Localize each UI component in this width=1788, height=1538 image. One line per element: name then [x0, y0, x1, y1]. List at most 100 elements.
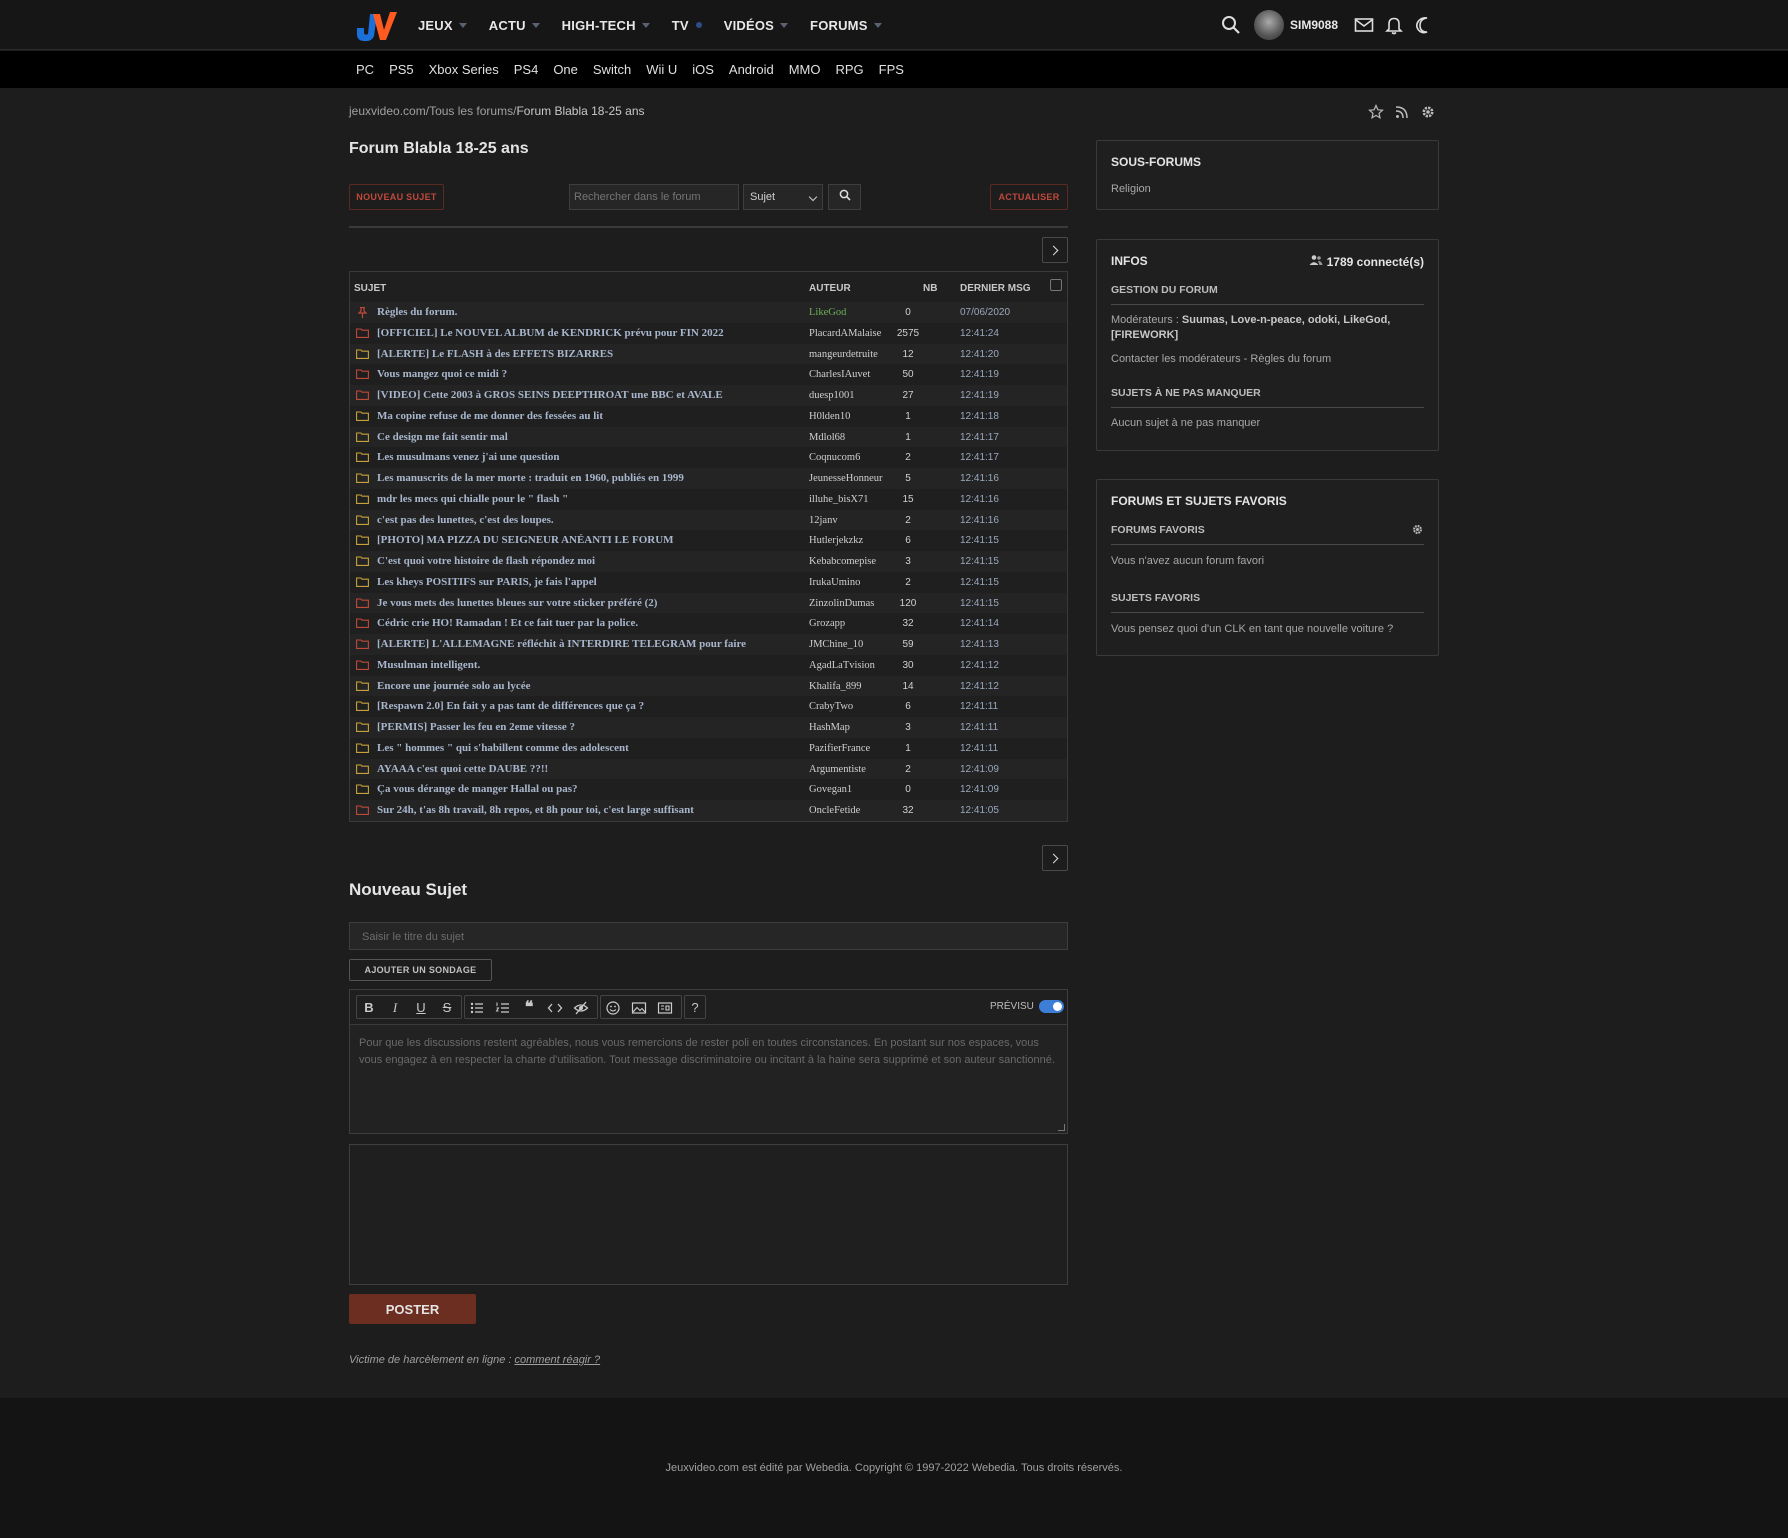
topic-last-message[interactable]: 12:41:17	[960, 452, 999, 463]
topic-last-message[interactable]: 12:41:12	[960, 681, 999, 692]
topic-last-message[interactable]: 12:41:19	[960, 369, 999, 380]
platform-link[interactable]: One	[553, 62, 578, 77]
topic-title-link[interactable]: C'est quoi votre histoire de flash répon…	[377, 555, 747, 567]
nav-jeux[interactable]: JEUX	[418, 18, 467, 33]
topic-last-message[interactable]: 07/06/2020	[960, 307, 1010, 318]
topic-author[interactable]: PlacardAMalaise	[809, 328, 881, 339]
topic-last-message[interactable]: 12:41:15	[960, 598, 999, 609]
topic-author[interactable]: Khalifa_899	[809, 681, 862, 692]
topic-title-link[interactable]: [OFFICIEL] Le NOUVEL ALBUM de KENDRICK p…	[377, 327, 747, 339]
platform-link[interactable]: MMO	[789, 62, 821, 77]
topic-last-message[interactable]: 12:41:15	[960, 535, 999, 546]
topic-last-message[interactable]: 12:41:18	[960, 411, 999, 422]
topic-title-link[interactable]: [PERMIS] Passer les feu en 2eme vitesse …	[377, 721, 747, 733]
platform-link[interactable]: FPS	[879, 62, 904, 77]
platform-link[interactable]: Wii U	[646, 62, 677, 77]
platform-link[interactable]: PS4	[514, 62, 539, 77]
search-button[interactable]	[828, 184, 861, 210]
topic-title-link[interactable]: Les " hommes " qui s'habillent comme des…	[377, 742, 747, 754]
topic-author[interactable]: ZinzolinDumas	[809, 598, 874, 609]
forum-search-input[interactable]	[569, 184, 739, 210]
topic-author[interactable]: PazifierFrance	[809, 743, 870, 754]
topic-title-link[interactable]: [Respawn 2.0] En fait y a pas tant de di…	[377, 700, 747, 712]
topic-last-message[interactable]: 12:41:11	[960, 743, 998, 754]
bold-icon[interactable]: B	[361, 1000, 377, 1016]
topic-last-message[interactable]: 12:41:15	[960, 577, 999, 588]
topic-author[interactable]: Kebabcomepise	[809, 556, 876, 567]
topic-last-message[interactable]: 12:41:09	[960, 784, 999, 795]
bell-icon[interactable]	[1384, 15, 1404, 35]
topic-last-message[interactable]: 12:41:16	[960, 473, 999, 484]
quote-icon[interactable]: ❝	[521, 1000, 537, 1016]
topic-last-message[interactable]: 12:41:24	[960, 328, 999, 339]
select-all-checkbox[interactable]	[1050, 279, 1062, 291]
topic-title-link[interactable]: Je vous mets des lunettes bleues sur vot…	[377, 597, 747, 609]
platform-link[interactable]: iOS	[692, 62, 714, 77]
nav-tv[interactable]: TV	[672, 18, 702, 33]
topic-author[interactable]: IrukaUmino	[809, 577, 860, 588]
username[interactable]: SIM9088	[1290, 18, 1338, 32]
smiley-icon[interactable]	[605, 1000, 621, 1016]
topic-last-message[interactable]: 12:41:13	[960, 639, 999, 650]
jv-logo[interactable]	[353, 8, 397, 42]
gear-icon[interactable]	[1420, 104, 1436, 125]
topic-title-link[interactable]: Encore une journée solo au lycée	[377, 680, 747, 692]
bullet-list-icon[interactable]	[469, 1000, 485, 1016]
topic-title-link[interactable]: mdr les mecs qui chialle pour le " flash…	[377, 493, 747, 505]
topic-author[interactable]: LikeGod	[809, 307, 846, 318]
help-icon[interactable]: ?	[687, 1000, 703, 1016]
nav-high-tech[interactable]: HIGH-TECH	[562, 18, 650, 33]
topic-title-link[interactable]: Les manuscrits de la mer morte : traduit…	[377, 472, 747, 484]
topic-last-message[interactable]: 12:41:16	[960, 494, 999, 505]
spoiler-icon[interactable]	[573, 1000, 589, 1016]
numbered-list-icon[interactable]	[495, 1000, 511, 1016]
topic-title-link[interactable]: Les musulmans venez j'ai une question	[377, 451, 747, 463]
italic-icon[interactable]: I	[387, 1000, 403, 1016]
search-scope-select[interactable]: Sujet	[743, 184, 823, 210]
message-editor[interactable]: B I U S ❝ ? PRÉVISU Pour que les discuss…	[349, 989, 1068, 1134]
topic-title-link[interactable]: Musulman intelligent.	[377, 659, 747, 671]
platform-link[interactable]: Xbox Series	[429, 62, 499, 77]
topic-author[interactable]: OncleFetide	[809, 805, 860, 816]
topic-author[interactable]: 12janv	[809, 515, 838, 526]
topic-author[interactable]: H0lden10	[809, 411, 850, 422]
topic-author[interactable]: duesp1001	[809, 390, 855, 401]
topic-author[interactable]: mangeurdetruite	[809, 349, 878, 360]
new-topic-button[interactable]: NOUVEAU SUJET	[349, 184, 444, 210]
topic-title-link[interactable]: AYAAA c'est quoi cette DAUBE ??!!	[377, 763, 747, 775]
topic-title-link[interactable]: [ALERTE] L'ALLEMAGNE réfléchit à INTERDI…	[377, 638, 747, 650]
topic-last-message[interactable]: 12:41:05	[960, 805, 999, 816]
strikethrough-icon[interactable]: S	[439, 1000, 455, 1016]
topic-last-message[interactable]: 12:41:20	[960, 349, 999, 360]
star-icon[interactable]	[1368, 104, 1384, 125]
topic-author[interactable]: Coqnucom6	[809, 452, 860, 463]
search-icon[interactable]	[1221, 15, 1241, 35]
forum-rules-link[interactable]: Règles du forum	[1250, 353, 1331, 365]
platform-link[interactable]: RPG	[836, 62, 864, 77]
topic-title-link[interactable]: Les kheys POSITIFS sur PARIS, je fais l'…	[377, 576, 747, 588]
topic-author[interactable]: JMChine_10	[809, 639, 863, 650]
gear-icon[interactable]	[1411, 523, 1424, 541]
topic-title-link[interactable]: [ALERTE] Le FLASH à des EFFETS BIZARRES	[377, 348, 747, 360]
breadcrumb-forums[interactable]: Tous les forums	[429, 104, 513, 118]
topic-title-link[interactable]: Ma copine refuse de me donner des fessée…	[377, 410, 747, 422]
add-poll-button[interactable]: AJOUTER UN SONDAGE	[349, 959, 492, 981]
topic-last-message[interactable]: 12:41:16	[960, 515, 999, 526]
topic-title-link[interactable]: Ce design me fait sentir mal	[377, 431, 747, 443]
preview-toggle[interactable]	[1039, 1000, 1064, 1013]
topic-last-message[interactable]: 12:41:14	[960, 618, 999, 629]
favorite-topic-link[interactable]: Vous pensez quoi d'un CLK en tant que no…	[1111, 622, 1427, 637]
topic-author[interactable]: illuhe_bisX71	[809, 494, 869, 505]
topic-author[interactable]: CharlesIAuvet	[809, 369, 870, 380]
topic-author[interactable]: Argumentiste	[809, 764, 866, 775]
moon-icon[interactable]	[1414, 15, 1434, 35]
topic-author[interactable]: Hutlerjekzkz	[809, 535, 863, 546]
topic-title-link[interactable]: Vous mangez quoi ce midi ?	[377, 368, 747, 380]
topic-title-link[interactable]: [VIDEO] Cette 2003 à GROS SEINS DEEPTHRO…	[377, 389, 747, 401]
resize-handle[interactable]	[1058, 1124, 1065, 1131]
next-page-button[interactable]	[1042, 845, 1068, 871]
mail-icon[interactable]	[1354, 15, 1374, 35]
breadcrumb-home[interactable]: jeuxvideo.com	[349, 104, 426, 118]
refresh-button[interactable]: ACTUALISER	[990, 184, 1068, 210]
topic-last-message[interactable]: 12:41:11	[960, 722, 998, 733]
